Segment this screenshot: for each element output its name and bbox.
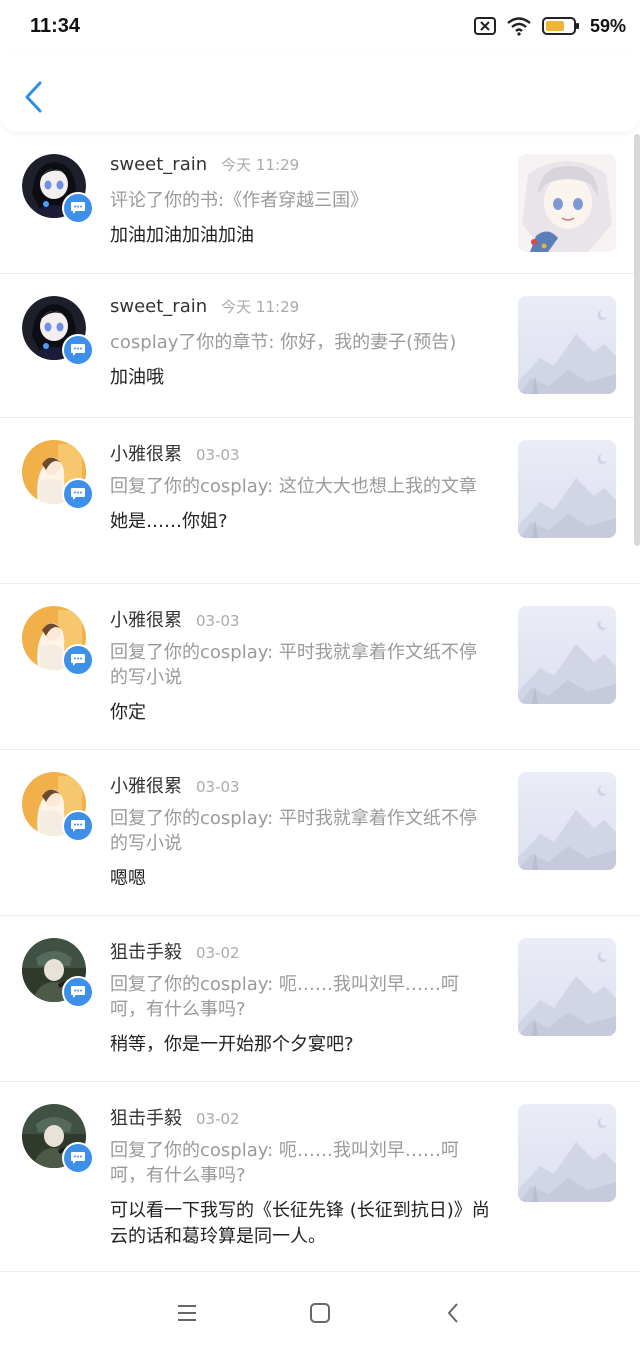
timestamp: 03-03 bbox=[196, 778, 240, 796]
comment-icon bbox=[71, 820, 85, 832]
comment-icon bbox=[71, 1152, 85, 1164]
list-item[interactable]: 小雅很累 03-03 回复了你的cosplay: 这位大大也想上我的文章 她是…… bbox=[0, 418, 640, 584]
notification-content: 狙击手毅 03-02 回复了你的cosplay: 呃……我叫刘早……呵呵，有什么… bbox=[110, 1104, 490, 1250]
nav-back-button[interactable] bbox=[433, 1293, 473, 1333]
list-item[interactable]: sweet_rain 今天 11:29 评论了你的书:《作者穿越三国》 加油加油… bbox=[0, 132, 640, 274]
reference-text: 回复了你的cosplay: 平时我就拿着作文纸不停的写小说 bbox=[110, 808, 477, 854]
list-item[interactable]: sweet_rain 今天 11:29 cosplay了你的章节: 你好，我的妻… bbox=[0, 274, 640, 418]
notification-content: 小雅很累 03-03 回复了你的cosplay: 这位大大也想上我的文章 她是…… bbox=[110, 440, 490, 535]
placeholder-thumbnail[interactable] bbox=[518, 1104, 616, 1202]
book-cover-thumbnail[interactable] bbox=[518, 154, 616, 252]
username[interactable]: 小雅很累 bbox=[110, 440, 182, 466]
chevron-left-icon bbox=[447, 1302, 459, 1323]
username[interactable]: sweet_rain bbox=[110, 296, 207, 317]
timestamp: 今天 11:29 bbox=[221, 298, 300, 316]
placeholder-thumbnail[interactable] bbox=[518, 772, 616, 870]
header bbox=[0, 52, 640, 132]
comment-icon bbox=[71, 202, 85, 214]
status-bar: 11:34 59% bbox=[0, 0, 640, 52]
message-text: 可以看一下我写的《长征先锋 (长征到抗日)》尚云的话和葛玲算是同一人。 bbox=[110, 1200, 490, 1247]
notification-content: sweet_rain 今天 11:29 cosplay了你的章节: 你好，我的妻… bbox=[110, 296, 490, 391]
placeholder-thumbnail[interactable] bbox=[518, 938, 616, 1036]
reference-text: 回复了你的cosplay: 平时我就拿着作文纸不停的写小说 bbox=[110, 642, 477, 688]
wifi-icon bbox=[507, 17, 531, 36]
battery-percentage: 59% bbox=[589, 15, 626, 36]
comment-icon bbox=[71, 654, 85, 666]
placeholder-thumbnail[interactable] bbox=[518, 440, 616, 538]
username[interactable]: 狙击手毅 bbox=[110, 1104, 182, 1130]
notification-content: 小雅很累 03-03 回复了你的cosplay: 平时我就拿着作文纸不停的写小说… bbox=[110, 772, 490, 892]
menu-icon bbox=[177, 1304, 196, 1321]
badge bbox=[62, 810, 94, 842]
timestamp: 03-02 bbox=[196, 1110, 240, 1128]
list-item[interactable]: 狙击手毅 03-02 回复了你的cosplay: 呃……我叫刘早……呵呵，有什么… bbox=[0, 1082, 640, 1272]
badge bbox=[62, 644, 94, 676]
reference-text: cosplay了你的章节: 你好，我的妻子(预告) bbox=[110, 332, 457, 353]
timestamp: 03-02 bbox=[196, 944, 240, 962]
home-square-icon bbox=[309, 1302, 330, 1323]
notification-content: 小雅很累 03-03 回复了你的cosplay: 平时我就拿着作文纸不停的写小说… bbox=[110, 606, 490, 726]
timestamp: 03-03 bbox=[196, 612, 240, 630]
comment-icon bbox=[71, 986, 85, 998]
status-time: 11:34 bbox=[30, 14, 81, 37]
system-nav-bar bbox=[0, 1274, 640, 1351]
badge bbox=[62, 478, 94, 510]
back-button[interactable] bbox=[20, 80, 50, 114]
reference-text: 评论了你的书:《作者穿越三国》 bbox=[110, 190, 369, 211]
menu-button[interactable] bbox=[167, 1293, 207, 1333]
username[interactable]: 小雅很累 bbox=[110, 772, 182, 798]
reference-text: 回复了你的cosplay: 呃……我叫刘早……呵呵，有什么事吗? bbox=[110, 974, 459, 1020]
message-text: 嗯嗯 bbox=[110, 868, 146, 889]
list-item[interactable]: 狙击手毅 03-02 回复了你的cosplay: 呃……我叫刘早……呵呵，有什么… bbox=[0, 916, 640, 1082]
message-text: 稍等，你是一开始那个夕宴吧? bbox=[110, 1034, 354, 1055]
message-text: 加油哦 bbox=[110, 367, 164, 388]
username[interactable]: 小雅很累 bbox=[110, 606, 182, 632]
badge bbox=[62, 1142, 94, 1174]
comment-icon bbox=[71, 488, 85, 500]
scrollbar[interactable] bbox=[634, 134, 640, 546]
username[interactable]: 狙击手毅 bbox=[110, 938, 182, 964]
reference-text: 回复了你的cosplay: 这位大大也想上我的文章 bbox=[110, 476, 477, 497]
list-item[interactable]: 小雅很累 03-03 回复了你的cosplay: 平时我就拿着作文纸不停的写小说… bbox=[0, 584, 640, 750]
notification-content: 狙击手毅 03-02 回复了你的cosplay: 呃……我叫刘早……呵呵，有什么… bbox=[110, 938, 490, 1058]
placeholder-thumbnail[interactable] bbox=[518, 296, 616, 394]
notification-list[interactable]: sweet_rain 今天 11:29 评论了你的书:《作者穿越三国》 加油加油… bbox=[0, 132, 640, 1274]
timestamp: 今天 11:29 bbox=[221, 156, 300, 174]
message-text: 她是……你姐? bbox=[110, 511, 228, 532]
comment-icon bbox=[71, 344, 85, 356]
notification-content: sweet_rain 今天 11:29 评论了你的书:《作者穿越三国》 加油加油… bbox=[110, 154, 490, 249]
badge bbox=[62, 976, 94, 1008]
list-item[interactable]: 小雅很累 03-03 回复了你的cosplay: 平时我就拿着作文纸不停的写小说… bbox=[0, 750, 640, 916]
sim-error-icon bbox=[473, 17, 496, 35]
home-button[interactable] bbox=[300, 1293, 340, 1333]
badge bbox=[62, 334, 94, 366]
battery-icon bbox=[541, 17, 579, 35]
reference-text: 回复了你的cosplay: 呃……我叫刘早……呵呵，有什么事吗? bbox=[110, 1140, 459, 1186]
badge bbox=[62, 192, 94, 224]
message-text: 加油加油加油加油 bbox=[110, 225, 254, 246]
chevron-left-icon bbox=[25, 81, 42, 113]
message-text: 你定 bbox=[110, 702, 146, 723]
username[interactable]: sweet_rain bbox=[110, 154, 207, 175]
timestamp: 03-03 bbox=[196, 446, 240, 464]
placeholder-thumbnail[interactable] bbox=[518, 606, 616, 704]
